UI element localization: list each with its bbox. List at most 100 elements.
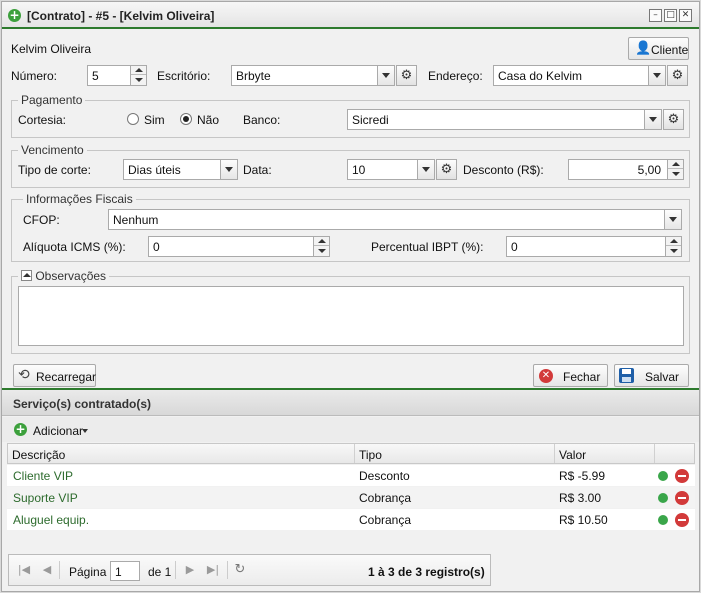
column-header-valor[interactable]: Valor <box>555 444 655 463</box>
cortesia-nao-label[interactable]: Não <box>197 113 219 127</box>
restore-button[interactable]: □ <box>664 9 677 22</box>
first-page-icon[interactable]: |◀ <box>17 563 31 577</box>
banco-value: Sicredi <box>352 113 389 127</box>
last-page-icon[interactable]: ▶| <box>206 563 220 577</box>
spin-up-icon[interactable] <box>666 237 681 246</box>
next-page-icon[interactable]: ▶ <box>183 563 197 577</box>
vencimento-legend: Vencimento <box>18 143 87 157</box>
page-of-label: de 1 <box>148 565 172 579</box>
pager-divider <box>175 561 176 579</box>
window-title: [Contrato] - #5 - [Kelvim Oliveira] <box>27 9 215 23</box>
escritorio-value: Brbyte <box>236 69 271 83</box>
pager-summary: 1 à 3 de 3 registro(s) <box>368 565 485 579</box>
cortesia-nao-radio[interactable] <box>180 113 192 125</box>
recarregar-button[interactable]: ⟲ Recarregar <box>13 364 96 387</box>
icms-label: Alíquota ICMS (%): <box>23 240 126 254</box>
ibpt-field[interactable]: 0 <box>506 236 682 257</box>
chevron-down-icon[interactable] <box>648 66 665 85</box>
contract-window: + [Contrato] - #5 - [Kelvim Oliveira] – … <box>1 1 700 592</box>
icms-value: 0 <box>153 240 160 254</box>
data-select[interactable]: 10 <box>347 159 435 180</box>
tipo-corte-select[interactable]: Dias úteis <box>123 159 238 180</box>
chevron-down-icon[interactable] <box>220 160 237 179</box>
numero-value: 5 <box>92 69 99 83</box>
pagination-bar: |◀ ◀ Página 1 de 1 ▶ ▶| ↻ 1 à 3 de 3 reg… <box>8 554 491 586</box>
spin-down-icon[interactable] <box>314 247 329 256</box>
endereco-label: Endereço: <box>428 69 483 83</box>
observacoes-legend[interactable]: Observações <box>18 269 110 283</box>
observacoes-legend-label: Observações <box>35 269 107 283</box>
service-description[interactable]: Suporte VIP <box>13 491 78 505</box>
page-label: Página <box>69 565 107 579</box>
cortesia-sim-radio[interactable] <box>127 113 139 125</box>
adicionar-button[interactable]: + Adicionar <box>12 421 92 439</box>
endereco-settings-gear-icon[interactable]: ⚙ <box>667 65 688 86</box>
services-toolbar: + Adicionar <box>2 417 699 442</box>
client-button[interactable]: 👤 Cliente <box>628 37 689 60</box>
spin-down-icon[interactable] <box>131 76 146 85</box>
pagamento-legend: Pagamento <box>18 93 86 107</box>
table-row[interactable]: Suporte VIP Cobrança R$ 3.00 <box>7 487 695 508</box>
chevron-down-icon[interactable] <box>644 110 661 129</box>
services-grid-header: Descrição Tipo Valor <box>7 443 695 464</box>
close-button[interactable]: ✕ <box>679 9 692 22</box>
desconto-field[interactable]: 5,00 <box>568 159 684 180</box>
icms-spinner[interactable] <box>313 237 329 256</box>
table-row[interactable]: Cliente VIP Desconto R$ -5.99 <box>7 465 695 486</box>
data-settings-gear-icon[interactable]: ⚙ <box>436 159 457 180</box>
service-value: R$ 3.00 <box>559 491 602 505</box>
customer-name: Kelvim Oliveira <box>11 42 92 56</box>
observacoes-textarea[interactable] <box>18 286 684 346</box>
column-header-descricao[interactable]: Descrição <box>8 444 355 463</box>
fiscal-legend: Informações Fiscais <box>23 192 136 206</box>
status-dot-icon <box>658 471 668 481</box>
page-number-value: 1 <box>115 565 122 579</box>
table-row[interactable]: Aluguel equip. Cobrança R$ 10.50 <box>7 509 695 530</box>
refresh-icon[interactable]: ↻ <box>233 563 247 577</box>
spin-up-icon[interactable] <box>314 237 329 246</box>
fechar-button[interactable]: ✕ Fechar <box>533 364 608 387</box>
escritorio-select[interactable]: Brbyte <box>231 65 395 86</box>
remove-icon[interactable] <box>675 469 689 483</box>
prev-page-icon[interactable]: ◀ <box>40 563 54 577</box>
endereco-select[interactable]: Casa do Kelvim <box>493 65 666 86</box>
cfop-select[interactable]: Nenhum <box>108 209 682 230</box>
service-type: Cobrança <box>359 491 412 505</box>
escritorio-settings-gear-icon[interactable]: ⚙ <box>396 65 417 86</box>
chevron-down-icon[interactable] <box>377 66 394 85</box>
chevron-down-icon[interactable] <box>664 210 681 229</box>
chevron-down-icon[interactable] <box>417 160 434 179</box>
desconto-spinner[interactable] <box>667 160 683 179</box>
remove-icon[interactable] <box>675 491 689 505</box>
service-description[interactable]: Aluguel equip. <box>13 513 89 527</box>
remove-icon[interactable] <box>675 513 689 527</box>
collapse-toggle-icon[interactable] <box>21 270 32 281</box>
icms-field[interactable]: 0 <box>148 236 330 257</box>
salvar-button[interactable]: Salvar <box>614 364 689 387</box>
spin-up-icon[interactable] <box>668 160 683 169</box>
cortesia-label: Cortesia: <box>18 113 67 127</box>
service-description[interactable]: Cliente VIP <box>13 469 73 483</box>
cortesia-sim-label[interactable]: Sim <box>144 113 165 127</box>
page-number-input[interactable]: 1 <box>110 561 140 581</box>
adicionar-label: Adicionar <box>33 424 84 438</box>
banco-settings-gear-icon[interactable]: ⚙ <box>663 109 684 130</box>
minimize-button[interactable]: – <box>649 9 662 22</box>
spin-down-icon[interactable] <box>668 170 683 179</box>
service-type: Desconto <box>359 469 410 483</box>
services-panel-header: Serviço(s) contratado(s) <box>2 390 699 416</box>
service-value: R$ 10.50 <box>559 513 608 527</box>
refresh-icon: ⟲ <box>18 367 30 383</box>
ibpt-spinner[interactable] <box>665 237 681 256</box>
column-header-tipo[interactable]: Tipo <box>355 444 555 463</box>
ibpt-value: 0 <box>511 240 518 254</box>
spin-up-icon[interactable] <box>131 66 146 75</box>
banco-select[interactable]: Sicredi <box>347 109 662 130</box>
numero-spinner[interactable] <box>130 66 146 85</box>
numero-field[interactable]: 5 <box>87 65 147 86</box>
title-bar[interactable]: + [Contrato] - #5 - [Kelvim Oliveira] – … <box>2 2 699 29</box>
add-icon: + <box>8 8 21 22</box>
spin-down-icon[interactable] <box>666 247 681 256</box>
escritorio-label: Escritório: <box>157 69 211 83</box>
service-type: Cobrança <box>359 513 412 527</box>
